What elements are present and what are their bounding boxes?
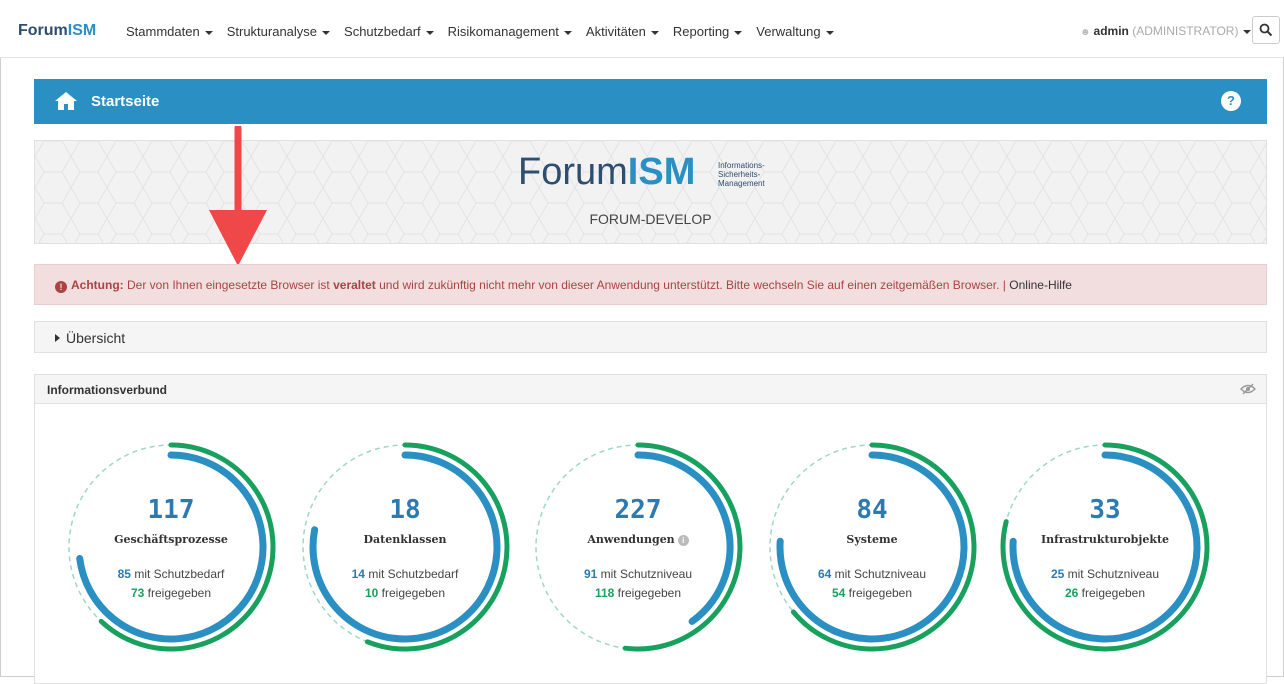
user-icon: ☻ bbox=[1080, 27, 1091, 38]
info-icon[interactable]: i bbox=[677, 535, 689, 546]
gauge-count: 84 bbox=[856, 495, 888, 525]
caret-down-icon bbox=[563, 30, 572, 35]
overview-toggle[interactable]: Übersicht bbox=[34, 321, 1267, 353]
panel-header: Informationsverbund bbox=[35, 375, 1266, 404]
alert-text: Der von Ihnen eingesetzte Browser ist bbox=[123, 278, 334, 292]
gauge-label: Systeme bbox=[846, 533, 898, 546]
gauge-blue-arc bbox=[309, 451, 501, 643]
panel-title: Informationsverbund bbox=[47, 383, 168, 397]
user-role: (ADMINISTRATOR) bbox=[1132, 24, 1239, 38]
gauge-anwendungen[interactable]: 227 Anwendungen i 91 mit Schutzniveau 118… bbox=[530, 439, 746, 655]
alert-prefix: Achtung: bbox=[71, 278, 124, 292]
gauge-green-arc bbox=[364, 442, 510, 652]
caret-down-icon bbox=[734, 30, 743, 35]
user-name: admin bbox=[1093, 24, 1129, 38]
informationsverbund-panel: Informationsverbund 117 Geschäftsprozess… bbox=[34, 374, 1267, 684]
online-help-link[interactable]: Online-Hilfe bbox=[1009, 278, 1072, 292]
gauge-green-arc bbox=[98, 442, 276, 652]
page-title: Startseite bbox=[91, 93, 160, 110]
overview-label: Übersicht bbox=[66, 330, 126, 346]
brand-logo[interactable]: ForumISM bbox=[18, 22, 96, 40]
gauge-label: Infrastrukturobjekte bbox=[1040, 533, 1170, 546]
top-navbar: ForumISM Stammdaten Strukturanalyse Schu… bbox=[0, 0, 1284, 58]
gauge-line-2: 118 freigegeben bbox=[594, 586, 682, 600]
gauge-label: Geschäftsprozesse bbox=[114, 533, 228, 546]
menu-schutzbedarf[interactable]: Schutzbedarf bbox=[344, 24, 434, 39]
gauge-count: 117 bbox=[147, 495, 195, 525]
menu-risikomanagement[interactable]: Risikomanagement bbox=[448, 24, 572, 39]
gauge-datenklassen[interactable]: 18 Datenklassen 14 mit Schutzbedarf 10 f… bbox=[297, 439, 513, 655]
caret-down-icon bbox=[425, 30, 434, 35]
gauge-green-arc bbox=[790, 442, 977, 652]
caret-down-icon bbox=[1243, 29, 1252, 34]
gauge-count: 33 bbox=[1089, 495, 1121, 525]
exclamation-icon: ! bbox=[55, 281, 67, 293]
caret-down-icon bbox=[650, 30, 659, 35]
gauge-line-1: 64 mit Schutzniveau bbox=[817, 567, 927, 581]
gauge-geschaeftsprozesse[interactable]: 117 Geschäftsprozesse 85 mit Schutzbedar… bbox=[63, 439, 279, 655]
gauge-count: 227 bbox=[614, 495, 662, 525]
alert-text-2: und wird zukünftig nicht mehr von dieser… bbox=[375, 278, 1010, 292]
menu-strukturanalyse[interactable]: Strukturanalyse bbox=[227, 24, 331, 39]
gauge-line-1: 91 mit Schutzniveau bbox=[583, 567, 693, 581]
gauge-line-1: 85 mit Schutzbedarf bbox=[117, 567, 225, 581]
menu-verwaltung[interactable]: Verwaltung bbox=[756, 24, 834, 39]
home-icon[interactable] bbox=[54, 91, 78, 111]
gauge-infrastrukturobjekte[interactable]: 33 Infrastrukturobjekte 25 mit Schutzniv… bbox=[997, 439, 1213, 655]
caret-down-icon bbox=[204, 30, 213, 35]
browser-warning-alert: ! Achtung: Der von Ihnen eingesetzte Brow… bbox=[34, 264, 1267, 305]
search-button[interactable] bbox=[1252, 16, 1280, 44]
gauge-label: Datenklassen bbox=[363, 533, 447, 546]
user-menu[interactable]: ☻ admin (ADMINISTRATOR) bbox=[1080, 24, 1252, 38]
gauge-line-2: 73 freigegeben bbox=[130, 586, 212, 600]
caret-down-icon bbox=[322, 30, 331, 35]
gauge-green-arc bbox=[1000, 442, 1210, 652]
main-menu: Stammdaten Strukturanalyse Schutzbedarf … bbox=[126, 24, 848, 39]
page-header: Startseite ? bbox=[34, 79, 1267, 124]
gauge-blue-arc bbox=[76, 451, 267, 643]
search-icon bbox=[1259, 23, 1273, 37]
gauge-line-2: 26 freigegeben bbox=[1064, 586, 1146, 600]
menu-reporting[interactable]: Reporting bbox=[673, 24, 743, 39]
menu-stammdaten[interactable]: Stammdaten bbox=[126, 24, 213, 39]
gauge-label: Anwendungen i bbox=[530, 533, 746, 546]
gauge-green-arc bbox=[622, 442, 743, 652]
gauge-line-1: 25 mit Schutzniveau bbox=[1050, 567, 1160, 581]
gauge-line-1: 14 mit Schutzbedarf bbox=[351, 567, 459, 581]
gauge-count: 18 bbox=[389, 495, 421, 525]
forumism-logo: ForumISM bbox=[518, 151, 696, 193]
alert-strong: veraltet bbox=[333, 278, 376, 292]
eye-slash-icon[interactable] bbox=[1240, 383, 1256, 395]
red-arrow-annotation bbox=[209, 126, 267, 266]
menu-aktivitaeten[interactable]: Aktivitäten bbox=[586, 24, 659, 39]
caret-right-icon bbox=[55, 334, 60, 342]
caret-down-icon bbox=[825, 30, 834, 35]
gauge-blue-arc bbox=[776, 451, 968, 643]
gauge-line-2: 10 freigegeben bbox=[364, 586, 446, 600]
gauge-line-2: 54 freigegeben bbox=[831, 586, 913, 600]
gauge-blue-arc bbox=[1009, 451, 1201, 643]
logo-subtitle: Informations- Sicherheits- Management bbox=[718, 161, 765, 188]
gauge-systeme[interactable]: 84 Systeme 64 mit Schutzniveau 54 freige… bbox=[764, 439, 980, 655]
help-icon[interactable]: ? bbox=[1221, 91, 1241, 111]
